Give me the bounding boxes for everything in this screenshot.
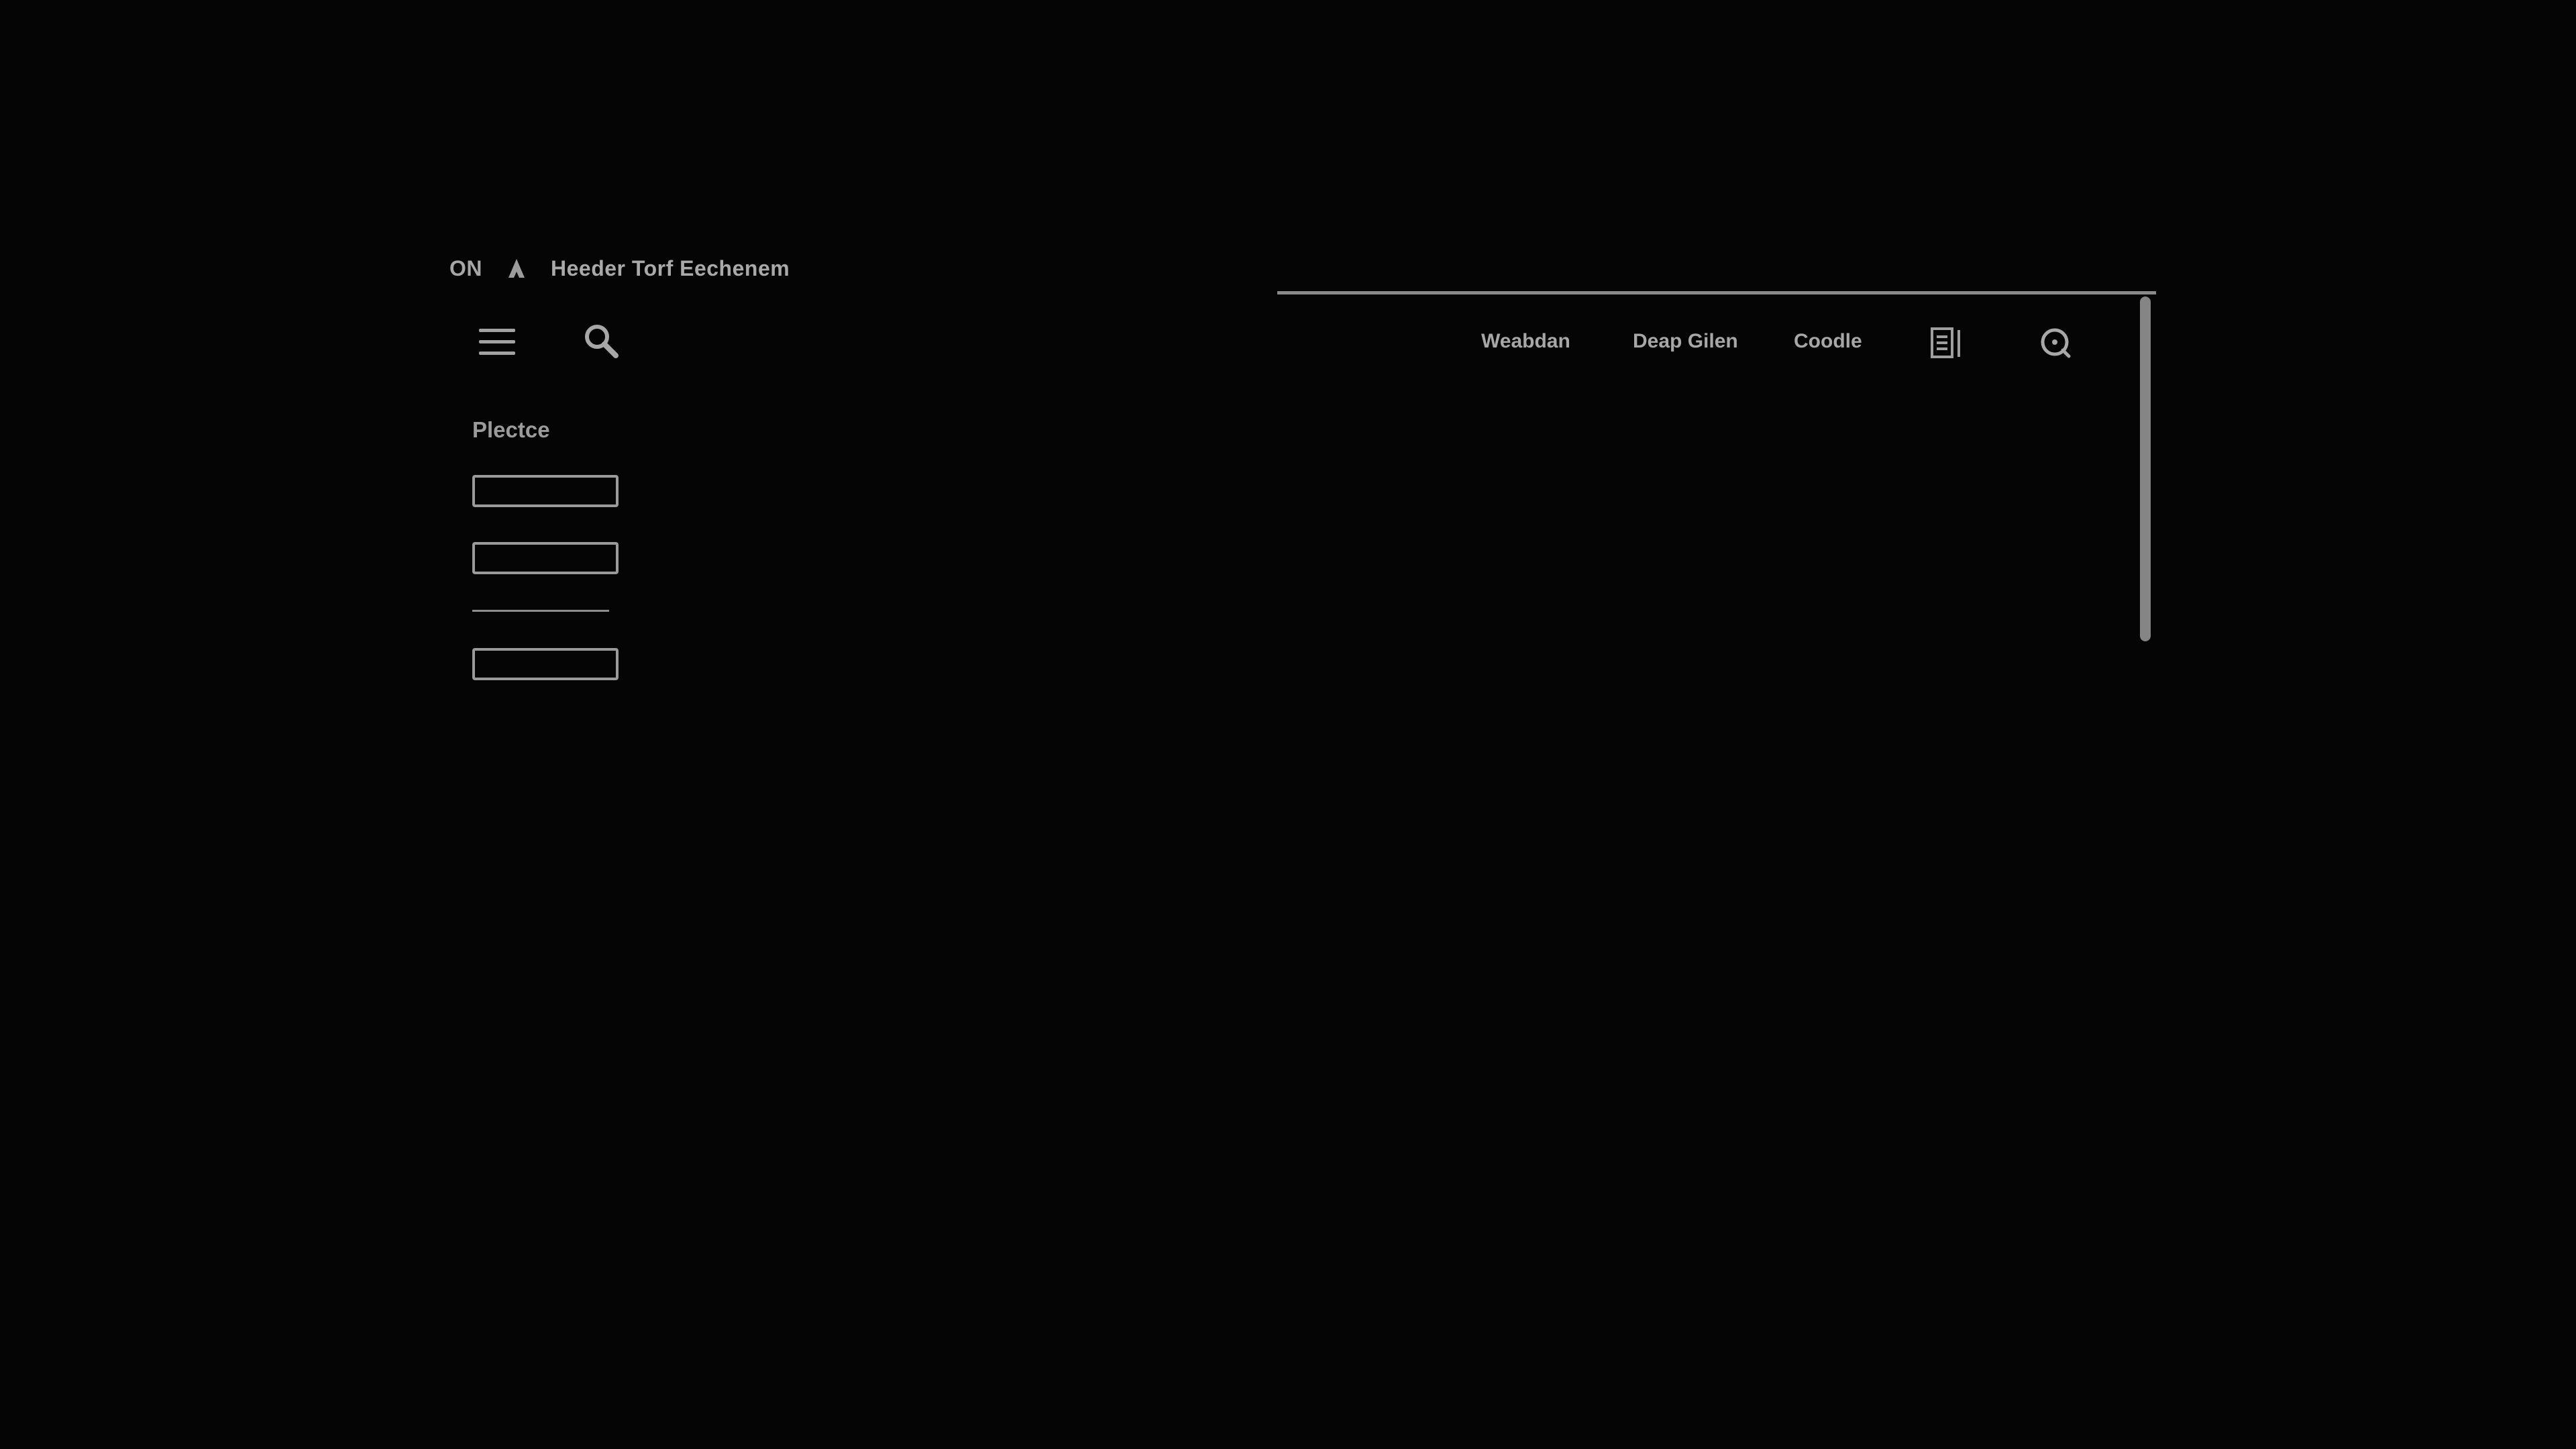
input-field-3[interactable]	[472, 648, 619, 680]
top-nav: Weabdan Deap Gilen Coodle	[1277, 314, 2123, 370]
scrollbar[interactable]	[2140, 297, 2151, 641]
app-screen: ON Heeder Torf Eechenem Plectce Weabdan	[0, 0, 2576, 1449]
document-list-icon[interactable]	[1928, 325, 1966, 362]
search-icon[interactable]	[581, 321, 623, 362]
header-title: Heeder Torf Eechenem	[551, 256, 790, 280]
menu-icon[interactable]	[475, 322, 519, 362]
nav-item-2[interactable]: Deap Gilen	[1633, 330, 1738, 353]
panel-top-border	[1277, 291, 2156, 294]
input-field-1[interactable]	[472, 475, 619, 507]
panel-label: Plectce	[472, 417, 550, 442]
input-field-2[interactable]	[472, 542, 619, 574]
right-panel: Weabdan Deap Gilen Coodle	[1277, 291, 2156, 641]
panel-divider	[472, 610, 609, 612]
status-text: ON	[449, 256, 482, 280]
nav-item-1[interactable]: Weabdan	[1481, 330, 1570, 353]
header-bar: ON Heeder Torf Eechenem	[449, 254, 790, 283]
home-icon[interactable]	[506, 258, 527, 279]
nav-item-3[interactable]: Coodle	[1794, 330, 1862, 353]
search-circle-icon[interactable]	[2037, 325, 2074, 362]
